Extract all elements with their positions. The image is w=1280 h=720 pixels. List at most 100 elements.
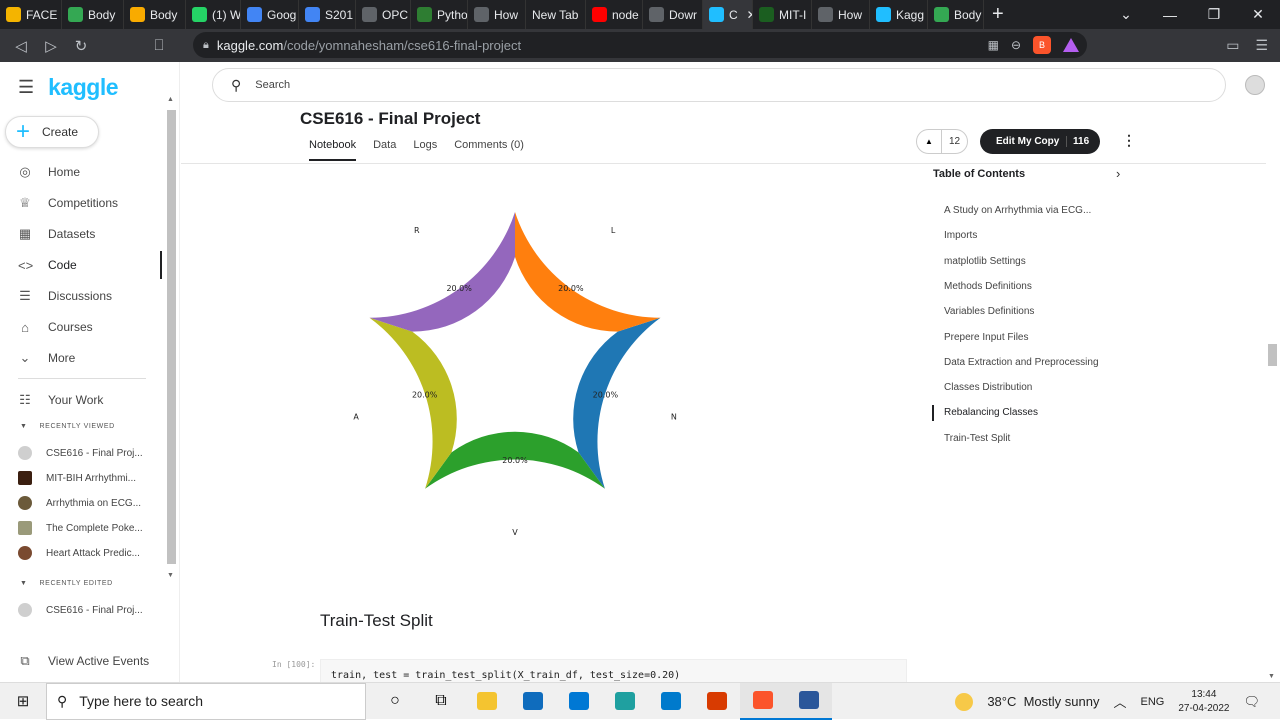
address-bar[interactable]: 🔒︎ kaggle.com/code/yomnahesham/cse616-fi… [193, 32, 1087, 58]
browser-tab[interactable]: FACE [0, 0, 62, 29]
recent-edited-item[interactable]: CSE616 - Final Proj... [18, 603, 143, 617]
browser-tab[interactable]: OPC [356, 0, 411, 29]
edge-icon[interactable] [602, 683, 648, 720]
browser-tab[interactable]: How [468, 0, 526, 29]
tab-data[interactable]: Data [373, 139, 396, 161]
zoom-icon[interactable]: ⊖ [1011, 38, 1021, 52]
avatar[interactable] [1245, 75, 1265, 95]
hamburger-icon[interactable]: ☰ [18, 77, 34, 98]
tab-notebook[interactable]: Notebook [309, 139, 357, 161]
sidebar-item-more[interactable]: ⌄ More [0, 344, 162, 372]
browser-tab[interactable]: Body [124, 0, 186, 29]
weather-text[interactable]: 38°C Mostly sunny [987, 694, 1099, 709]
brave-rewards-icon[interactable] [1063, 38, 1079, 52]
tab-search-icon[interactable]: ⌄ [1104, 6, 1148, 23]
recently-edited-header[interactable]: ▼ RECENTLY EDITED [20, 580, 113, 587]
tab-logs[interactable]: Logs [413, 139, 437, 161]
more-options-icon[interactable]: ⋮ [1122, 132, 1136, 149]
forward-icon[interactable]: ▷ [36, 37, 66, 55]
chevron-right-icon[interactable]: › [1116, 166, 1120, 181]
sidebar-item-home[interactable]: ◎ Home [0, 158, 162, 186]
cortana-icon[interactable]: ○ [372, 683, 418, 720]
toc-item[interactable]: Variables Definitions [944, 306, 1034, 317]
minimize-icon[interactable]: — [1148, 7, 1192, 23]
toc-item[interactable]: Classes Distribution [944, 382, 1032, 393]
browser-tab[interactable]: S201 [299, 0, 356, 29]
sidebar-item-courses[interactable]: ⌂ Courses [0, 313, 162, 341]
recent-item[interactable]: Heart Attack Predic... [18, 546, 140, 560]
toc-item[interactable]: matplotlib Settings [944, 256, 1026, 267]
browser-tab[interactable]: (1) W [186, 0, 241, 29]
back-icon[interactable]: ◁ [6, 37, 36, 55]
recent-item[interactable]: Arrhythmia on ECG... [18, 496, 141, 510]
browser-tab[interactable]: Kagg [870, 0, 928, 29]
scroll-up-icon[interactable]: ▲ [167, 96, 174, 103]
browser-tab[interactable]: Dowr [643, 0, 703, 29]
sidebar-item-code[interactable]: <> Code [0, 251, 162, 279]
sidebar-item-competitions[interactable]: ♕ Competitions [0, 189, 162, 217]
toc-item[interactable]: Train-Test Split [944, 433, 1010, 444]
file-explorer-icon[interactable] [464, 683, 510, 720]
create-button[interactable]: + Create [5, 116, 99, 148]
weather-icon[interactable] [955, 692, 974, 711]
sidebar-scrollbar[interactable]: ▲ ▼ [165, 96, 177, 586]
upvote-button[interactable]: ▲ 12 [916, 129, 968, 154]
close-window-icon[interactable]: ✕ [1236, 6, 1280, 23]
brave-icon[interactable] [740, 682, 786, 720]
vscode-icon[interactable] [648, 683, 694, 720]
recent-item[interactable]: The Complete Poke... [18, 521, 143, 535]
tray-chevron-icon[interactable]: ︿ [1113, 692, 1126, 711]
recently-viewed-header[interactable]: ▼ RECENTLY VIEWED [20, 423, 115, 430]
taskview-icon[interactable]: ⧉ [418, 683, 464, 720]
view-active-events-link[interactable]: ⧉ View Active Events [0, 647, 162, 675]
sidebar-scroll-thumb[interactable] [167, 110, 176, 564]
brave-shield-icon[interactable]: B [1033, 36, 1051, 54]
browser-tab[interactable]: node [586, 0, 643, 29]
taskbar-search[interactable]: ⚲ Type here to search [46, 682, 366, 720]
scroll-down-icon[interactable]: ▼ [1268, 673, 1275, 680]
code-cell[interactable]: train, test = train_test_split(X_train_d… [320, 659, 907, 683]
windows-start-icon[interactable]: ⊞ [0, 692, 46, 710]
search-input[interactable]: ⚲ Search [212, 68, 1226, 102]
browser-tab[interactable]: MIT-I [753, 0, 812, 29]
edit-my-copy-button[interactable]: Edit My Copy 116 [980, 129, 1100, 154]
clock[interactable]: 13:44 27-04-2022 [1178, 688, 1229, 716]
toc-item[interactable]: A Study on Arrhythmia via ECG... [944, 205, 1091, 216]
browser-tab[interactable]: Pytho [411, 0, 468, 29]
reload-icon[interactable]: ↻ [66, 37, 96, 55]
language-indicator[interactable]: ENG [1140, 696, 1164, 708]
main-scroll-thumb[interactable] [1268, 344, 1277, 366]
browser-tab[interactable]: Body [928, 0, 984, 29]
word-icon[interactable] [786, 682, 832, 720]
new-tab-icon[interactable]: + [992, 3, 1004, 26]
scroll-down-icon[interactable]: ▼ [167, 572, 174, 579]
main-scrollbar[interactable]: ▼ [1266, 104, 1280, 682]
browser-tab[interactable]: Body [62, 0, 124, 29]
mail-icon[interactable] [556, 683, 602, 720]
toc-item[interactable]: Data Extraction and Preprocessing [944, 357, 1099, 368]
menu-icon[interactable]: ☰ [1255, 37, 1268, 54]
toc-item[interactable]: Methods Definitions [944, 281, 1032, 292]
upvote-arrow-icon[interactable]: ▲ [917, 130, 943, 153]
toc-item[interactable]: Prepere Input Files [944, 332, 1029, 343]
notification-icon[interactable]: 🗨︎ [1243, 694, 1260, 710]
office-icon[interactable] [694, 683, 740, 720]
recent-item[interactable]: CSE616 - Final Proj... [18, 446, 143, 460]
sidebar-item-datasets[interactable]: ▦ Datasets [0, 220, 162, 248]
maximize-icon[interactable]: ❐ [1192, 6, 1236, 23]
kaggle-logo[interactable]: kaggle [48, 74, 118, 101]
tab-comments[interactable]: Comments (0) [454, 139, 524, 161]
your-work-link[interactable]: ☷ Your Work [0, 386, 162, 414]
recent-item[interactable]: MIT-BIH Arrhythmi... [18, 471, 136, 485]
store-icon[interactable] [510, 683, 556, 720]
toc-item[interactable]: Rebalancing Classes [944, 407, 1038, 418]
wallet-icon[interactable]: ▭ [1226, 37, 1239, 54]
sidebar-item-discussions[interactable]: ☰ Discussions [0, 282, 162, 310]
qr-icon[interactable]: ▦ [988, 38, 999, 52]
browser-tab[interactable]: C✕ [703, 0, 753, 29]
bookmark-icon[interactable]: ⎕ [144, 37, 174, 54]
browser-tab[interactable]: New Tab [526, 0, 586, 29]
browser-tab[interactable]: How [812, 0, 870, 29]
browser-tab[interactable]: Goog [241, 0, 299, 29]
toc-item[interactable]: Imports [944, 230, 977, 241]
